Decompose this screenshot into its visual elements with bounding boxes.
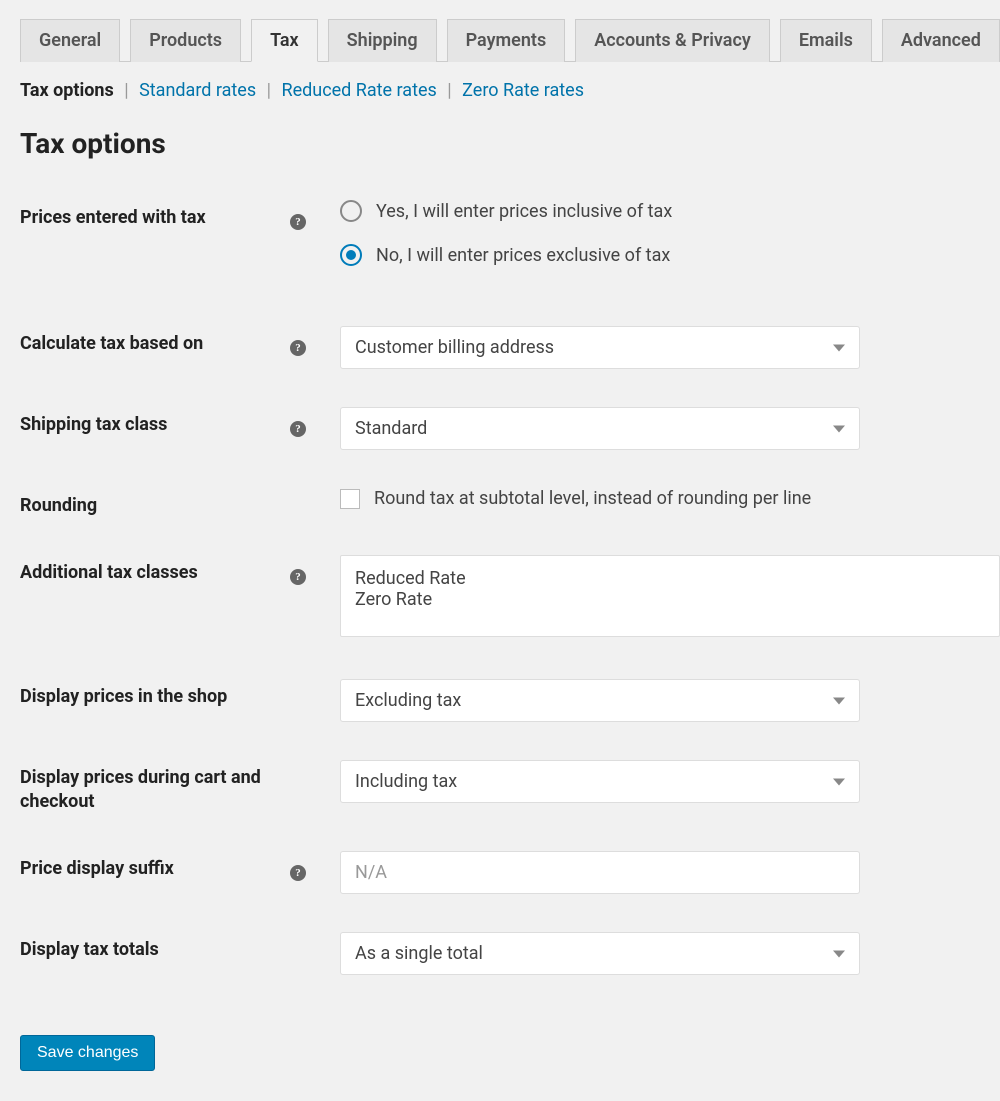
subnav-separator: | xyxy=(447,80,451,101)
label-rounding: Rounding xyxy=(20,494,290,517)
help-icon[interactable]: ? xyxy=(290,421,306,437)
subnav-separator: | xyxy=(124,80,128,101)
subnav-zero-rate-rates[interactable]: Zero Rate rates xyxy=(462,80,584,101)
row-additional-classes: Additional tax classes ? xyxy=(20,555,1000,641)
select-display-cart[interactable]: Including tax xyxy=(340,760,860,803)
row-display-shop: Display prices in the shop Excluding tax xyxy=(20,679,1000,722)
tab-tax[interactable]: Tax xyxy=(251,19,318,62)
chevron-down-icon xyxy=(833,950,845,957)
label-prices-with-tax: Prices entered with tax xyxy=(20,206,290,229)
tab-emails[interactable]: Emails xyxy=(780,19,872,62)
row-rounding: Rounding Round tax at subtotal level, in… xyxy=(20,488,1000,517)
tab-payments[interactable]: Payments xyxy=(447,19,566,62)
subnav-current: Tax options xyxy=(20,80,114,101)
row-prices-with-tax: Prices entered with tax ? Yes, I will en… xyxy=(20,200,1000,288)
chevron-down-icon xyxy=(833,778,845,785)
label-calc-based-on: Calculate tax based on xyxy=(20,332,290,355)
label-price-suffix: Price display suffix xyxy=(20,857,290,880)
textarea-additional-classes[interactable] xyxy=(340,555,1000,637)
select-calc-based-on[interactable]: Customer billing address xyxy=(340,326,860,369)
select-value: As a single total xyxy=(355,943,483,964)
radio-icon xyxy=(340,200,362,222)
select-shipping-tax-class[interactable]: Standard xyxy=(340,407,860,450)
checkbox-label: Round tax at subtotal level, instead of … xyxy=(374,488,811,509)
input-price-suffix[interactable] xyxy=(340,851,860,894)
select-display-shop[interactable]: Excluding tax xyxy=(340,679,860,722)
tax-options-form: Prices entered with tax ? Yes, I will en… xyxy=(20,200,1000,975)
select-value: Standard xyxy=(355,418,427,439)
radio-prices-inclusive[interactable]: Yes, I will enter prices inclusive of ta… xyxy=(340,200,1000,222)
radio-label: No, I will enter prices exclusive of tax xyxy=(376,245,670,266)
tab-general[interactable]: General xyxy=(20,19,120,62)
radio-label: Yes, I will enter prices inclusive of ta… xyxy=(376,201,672,222)
select-value: Including tax xyxy=(355,771,457,792)
label-shipping-tax-class: Shipping tax class xyxy=(20,413,290,436)
help-icon[interactable]: ? xyxy=(290,865,306,881)
radio-icon xyxy=(340,244,362,266)
row-display-totals: Display tax totals As a single total xyxy=(20,932,1000,975)
chevron-down-icon xyxy=(833,425,845,432)
help-icon[interactable]: ? xyxy=(290,569,306,585)
row-price-suffix: Price display suffix ? xyxy=(20,851,1000,894)
save-button[interactable]: Save changes xyxy=(20,1035,155,1071)
label-display-cart: Display prices during cart and checkout xyxy=(20,766,290,813)
tab-accounts-privacy[interactable]: Accounts & Privacy xyxy=(575,19,770,62)
help-icon[interactable]: ? xyxy=(290,214,306,230)
page-title: Tax options xyxy=(20,127,1000,160)
checkbox-rounding[interactable]: Round tax at subtotal level, instead of … xyxy=(340,488,1000,509)
tab-shipping[interactable]: Shipping xyxy=(328,19,437,62)
select-value: Excluding tax xyxy=(355,690,461,711)
subnav-reduced-rate-rates[interactable]: Reduced Rate rates xyxy=(281,80,436,101)
subnav-standard-rates[interactable]: Standard rates xyxy=(139,80,256,101)
help-icon[interactable]: ? xyxy=(290,340,306,356)
radio-prices-exclusive[interactable]: No, I will enter prices exclusive of tax xyxy=(340,244,1000,266)
settings-tabs: General Products Tax Shipping Payments A… xyxy=(20,18,1000,62)
row-calc-based-on: Calculate tax based on ? Customer billin… xyxy=(20,326,1000,369)
select-value: Customer billing address xyxy=(355,337,554,358)
row-shipping-tax-class: Shipping tax class ? Standard xyxy=(20,407,1000,450)
label-display-shop: Display prices in the shop xyxy=(20,685,290,708)
row-display-cart: Display prices during cart and checkout … xyxy=(20,760,1000,813)
subnav-separator: | xyxy=(267,80,271,101)
tax-subnav: Tax options | Standard rates | Reduced R… xyxy=(20,80,1000,101)
tab-products[interactable]: Products xyxy=(130,19,241,62)
chevron-down-icon xyxy=(833,344,845,351)
label-additional-classes: Additional tax classes xyxy=(20,561,290,584)
select-display-totals[interactable]: As a single total xyxy=(340,932,860,975)
tab-advanced[interactable]: Advanced xyxy=(882,19,1000,62)
checkbox-icon xyxy=(340,489,360,509)
chevron-down-icon xyxy=(833,697,845,704)
label-display-totals: Display tax totals xyxy=(20,938,290,961)
